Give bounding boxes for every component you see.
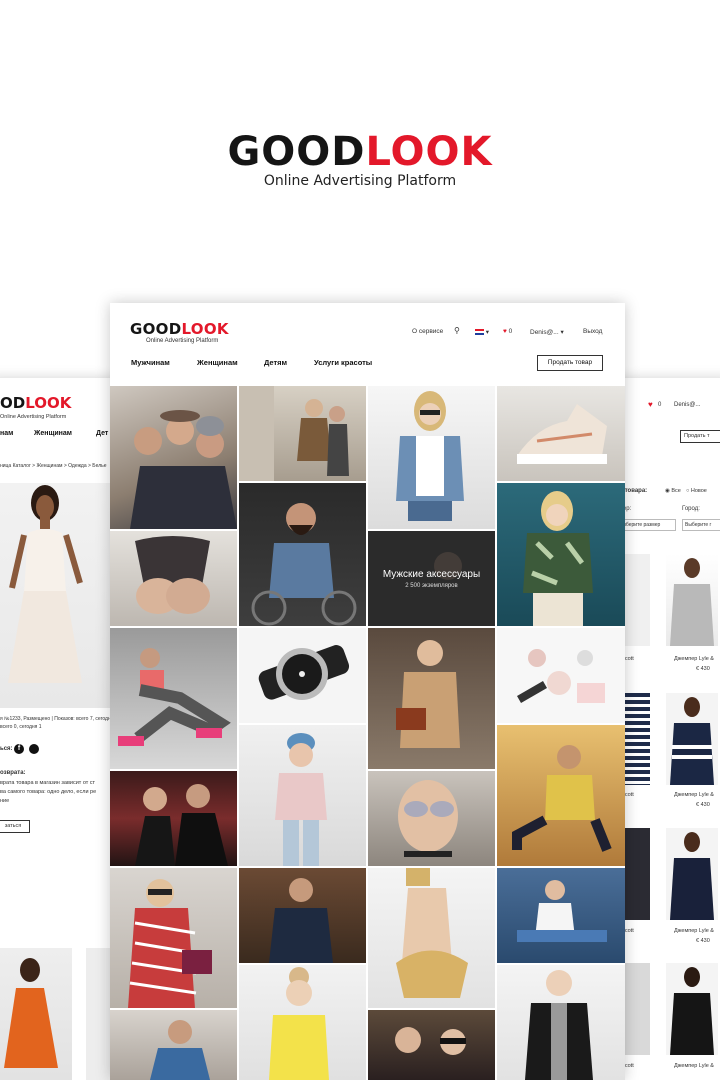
right-user-menu[interactable]: Denis@... bbox=[674, 402, 700, 408]
photo-tile-sunglasses-closeup[interactable] bbox=[368, 771, 495, 866]
left-return-text-1: врата товара в магазин зависит от ст bbox=[0, 780, 96, 786]
product-page-mockup: ODLOOK Online Advertising Platform нам Ж… bbox=[0, 378, 120, 1080]
photo-tile-sunglasses-woman[interactable] bbox=[110, 868, 237, 1008]
nav-kids[interactable]: Детям bbox=[264, 358, 287, 367]
category-overlay: Мужские аксессуары 2 500 экземпляров bbox=[368, 531, 495, 626]
flag-icon bbox=[475, 329, 484, 336]
filter-new[interactable]: ○ Новое bbox=[686, 488, 707, 494]
category-photo-grid: Мужские аксессуары 2 500 экземпляров bbox=[110, 386, 625, 1080]
product-name[interactable]: Джемпер Lyle & bbox=[674, 928, 714, 934]
user-menu[interactable]: Denis@... ▾ bbox=[530, 328, 564, 336]
sell-product-button[interactable]: Продать товар bbox=[537, 355, 603, 371]
photo-tile-couple[interactable] bbox=[110, 771, 237, 866]
instagram-icon[interactable] bbox=[29, 744, 39, 754]
catalog-page-mockup: ♥ 0 Denis@... Продать т ие товара: ◉ Все… bbox=[610, 378, 720, 1080]
left-nav-men[interactable]: нам bbox=[0, 430, 13, 437]
product-name[interactable]: Джемпер Lyle & bbox=[674, 792, 714, 798]
photo-tile-sport[interactable] bbox=[110, 628, 237, 769]
product-card[interactable] bbox=[666, 554, 718, 646]
nav-women[interactable]: Женщинам bbox=[197, 358, 238, 367]
photo-tile-boy[interactable] bbox=[497, 965, 625, 1080]
photo-tile-bag-woman[interactable] bbox=[368, 628, 495, 769]
hero-tagline: Online Advertising Platform bbox=[263, 173, 457, 189]
product-price: € 430 bbox=[696, 802, 710, 808]
photo-tile-woman-chair[interactable] bbox=[497, 868, 625, 963]
navy-sweater-icon bbox=[670, 832, 714, 920]
main-logo-sub: Online Advertising Platform bbox=[146, 338, 219, 344]
main-logo[interactable]: GOODLOOK bbox=[130, 320, 229, 338]
model-figure-icon bbox=[8, 485, 83, 683]
photo-tile-clutch[interactable] bbox=[368, 868, 495, 1008]
photo-tile-cosmetics[interactable] bbox=[497, 628, 625, 723]
product-card[interactable] bbox=[666, 693, 718, 785]
right-city-label: Город: bbox=[682, 506, 700, 512]
photo-tile-blonde-woman[interactable] bbox=[497, 483, 625, 626]
right-size-select[interactable]: Выберите размер bbox=[616, 519, 676, 531]
product-photo bbox=[0, 483, 110, 708]
product-price: € 430 bbox=[696, 666, 710, 672]
photo-tile-sport-man[interactable] bbox=[497, 725, 625, 866]
photo-tile-girls[interactable] bbox=[110, 386, 237, 529]
right-sell-button[interactable]: Продать т bbox=[680, 430, 720, 443]
heart-icon[interactable]: ♥ bbox=[648, 400, 653, 409]
photo-tile-man-jacket[interactable] bbox=[239, 868, 366, 963]
photo-tile-yellow-top[interactable] bbox=[239, 965, 366, 1080]
left-meta-1: я №1233, Размещено | Показов: всего 7, с… bbox=[0, 716, 114, 722]
about-link[interactable]: О сервисе bbox=[412, 328, 443, 335]
nav-beauty[interactable]: Услуги красоты bbox=[314, 358, 372, 367]
left-contact-button[interactable]: заться bbox=[0, 820, 30, 833]
photo-tile-friends[interactable] bbox=[368, 1010, 495, 1080]
category-tile-mens-accessories[interactable]: Мужские аксессуары 2 500 экземпляров bbox=[368, 531, 495, 626]
favorites-link[interactable]: ♥ 0 bbox=[503, 328, 512, 335]
left-logo-sub: Online Advertising Platform bbox=[0, 414, 67, 420]
photo-tile-street-couple[interactable] bbox=[239, 386, 366, 481]
left-return-title: озврата: bbox=[0, 770, 26, 776]
photo-tile-sneakers[interactable] bbox=[497, 386, 625, 481]
photo-tile-man-suit[interactable] bbox=[110, 1010, 237, 1080]
left-share-label: ься: bbox=[0, 746, 13, 752]
left-return-text-2: ва самого товара: одно дело, если ре bbox=[0, 789, 97, 795]
hero-logo: GOODLOOK bbox=[0, 128, 720, 176]
homepage-mockup: GOODLOOK Online Advertising Platform О с… bbox=[110, 303, 625, 1080]
photo-tile-denim-woman[interactable] bbox=[368, 386, 495, 529]
product-name[interactable]: Джемпер Lyle & bbox=[674, 1063, 714, 1069]
heart-icon: ♥ bbox=[503, 328, 507, 335]
orange-dress-icon bbox=[4, 958, 58, 1068]
nav-men[interactable]: Мужчинам bbox=[131, 358, 170, 367]
sweater-icon bbox=[670, 558, 714, 646]
right-city-select[interactable]: Выберите г bbox=[682, 519, 720, 531]
photo-tile-watch[interactable] bbox=[239, 628, 366, 723]
product-price: € 430 bbox=[696, 938, 710, 944]
filter-all[interactable]: ◉ Все bbox=[665, 488, 681, 494]
hero-banner: GOODLOOK Online Advertising Platform bbox=[0, 0, 720, 300]
striped-sweater-icon bbox=[670, 697, 714, 785]
facebook-icon[interactable]: f bbox=[14, 744, 24, 754]
product-card[interactable] bbox=[666, 963, 718, 1055]
right-fav-count: 0 bbox=[658, 402, 662, 408]
logo-good: GOOD bbox=[227, 129, 366, 175]
left-meta-2: всего 0, сегодня 1 bbox=[0, 724, 42, 730]
search-icon[interactable]: ⚲ bbox=[454, 326, 460, 335]
photo-tile-lingerie[interactable] bbox=[110, 531, 237, 626]
language-selector[interactable]: ▾ bbox=[475, 328, 489, 336]
left-breadcrumb: ница Каталог > Женщинам > Одежда > Белье bbox=[0, 463, 107, 469]
logout-link[interactable]: Выход bbox=[583, 328, 602, 335]
left-nav-women[interactable]: Женщинам bbox=[34, 430, 72, 437]
related-product-photo bbox=[0, 948, 72, 1080]
photo-tile-bearded-man[interactable] bbox=[239, 483, 366, 626]
logo-look: LOOK bbox=[365, 129, 493, 175]
left-return-text-3: ние bbox=[0, 798, 10, 804]
category-count: 2 500 экземпляров bbox=[405, 583, 458, 589]
product-name[interactable]: Джемпер Lyle & bbox=[674, 656, 714, 662]
left-logo: ODLOOK bbox=[0, 394, 72, 412]
photo-tile-kid[interactable] bbox=[239, 725, 366, 866]
product-card[interactable] bbox=[666, 828, 718, 920]
category-title: Мужские аксессуары bbox=[382, 569, 481, 580]
left-nav-kids[interactable]: Дет bbox=[96, 430, 108, 437]
black-jacket-icon bbox=[670, 967, 714, 1055]
